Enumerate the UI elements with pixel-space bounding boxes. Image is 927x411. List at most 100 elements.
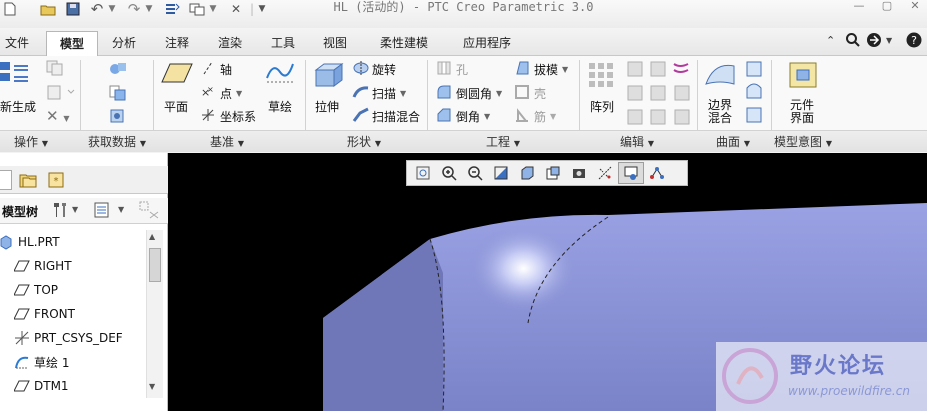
search-icon[interactable] (845, 32, 861, 48)
extrude-button[interactable]: 拉伸 (315, 100, 339, 114)
boundary-blend-button-line2[interactable]: 混合 (708, 111, 732, 125)
tree-item-sketch[interactable]: 草绘 1 (12, 352, 69, 372)
tree-item-top[interactable]: TOP (12, 280, 58, 300)
help-icon[interactable]: ? (906, 32, 922, 48)
windows-icon[interactable] (187, 0, 207, 18)
sketch-icon[interactable] (265, 60, 295, 86)
group-datum[interactable]: 基准 ▼ (210, 134, 244, 150)
refit-icon[interactable] (410, 162, 436, 184)
close-icon[interactable]: ✕ (906, 0, 924, 14)
tree-settings-dropdown-icon[interactable]: ▼ (72, 205, 78, 214)
new-file-icon[interactable] (2, 0, 18, 18)
paste-icon[interactable] (46, 84, 76, 100)
component-interface-icon[interactable] (787, 60, 819, 90)
sweep-dropdown-icon[interactable]: ▼ (400, 89, 406, 98)
plane-button[interactable]: 平面 (164, 100, 188, 114)
swept-blend-button[interactable]: 扫描混合 (352, 107, 420, 126)
rib-button[interactable]: 筋 ▼ (514, 107, 556, 126)
sketch-button[interactable]: 草绘 (268, 100, 292, 114)
view-manager-icon[interactable] (566, 162, 592, 184)
group-operations[interactable]: 操作 ▼ (14, 134, 48, 150)
chamfer-dropdown-icon[interactable]: ▼ (484, 112, 490, 121)
component-interface-button-line1[interactable]: 元件 (790, 98, 814, 112)
rib-dropdown-icon[interactable]: ▼ (550, 112, 556, 121)
sweep-button[interactable]: 扫描 ▼ (352, 84, 406, 103)
tab-applications[interactable]: 应用程序 (451, 33, 523, 53)
surface-tools-icons[interactable] (744, 60, 764, 126)
maximize-icon[interactable]: ▢ (878, 0, 896, 14)
draft-button[interactable]: 拔模 ▼ (514, 60, 568, 79)
redo-icon[interactable]: ↷ (125, 0, 143, 18)
hole-button[interactable]: 孔 (436, 60, 468, 79)
show-icon[interactable] (92, 200, 114, 220)
regenerate-icon[interactable] (0, 60, 32, 94)
tree-item-csys[interactable]: PRT_CSYS_DEF (12, 328, 123, 348)
group-editing[interactable]: 编辑 ▼ (620, 134, 654, 150)
scroll-up-icon[interactable]: ▲ (149, 232, 155, 241)
tree-item-right[interactable]: RIGHT (12, 256, 72, 276)
repaint-icon[interactable] (488, 162, 514, 184)
group-surfaces[interactable]: 曲面 ▼ (716, 134, 750, 150)
undo-icon[interactable]: ↶ (88, 0, 106, 18)
revolve-button[interactable]: 旋转 (352, 60, 396, 79)
extrude-icon[interactable] (312, 60, 346, 90)
spin-center-icon[interactable] (644, 162, 670, 184)
windows-dropdown-icon[interactable]: ▼ (207, 0, 219, 18)
delete-icon[interactable]: ✕ ▼ (46, 107, 76, 125)
redo-dropdown-icon[interactable]: ▼ (143, 0, 155, 18)
component-interface-button-line2[interactable]: 界面 (790, 111, 814, 125)
tab-analysis[interactable]: 分析 (103, 33, 145, 53)
show-dropdown-icon[interactable]: ▼ (118, 205, 124, 214)
model-tree-tab[interactable] (0, 170, 12, 190)
edit-tools-icons[interactable] (626, 60, 692, 128)
ptc-community-icon[interactable] (866, 32, 884, 48)
round-dropdown-icon[interactable]: ▼ (496, 89, 502, 98)
point-dropdown-icon[interactable]: ▼ (236, 89, 242, 98)
display-style-icon[interactable] (514, 162, 540, 184)
tree-item-front[interactable]: FRONT (12, 304, 75, 324)
saved-orientations-icon[interactable] (540, 162, 566, 184)
shrinkwrap-icon[interactable] (108, 107, 128, 125)
group-engineering[interactable]: 工程 ▼ (486, 134, 520, 150)
axis-button[interactable]: 轴 (200, 60, 232, 79)
shell-button[interactable]: 壳 (514, 84, 546, 103)
plane-icon[interactable] (160, 62, 194, 84)
scroll-thumb[interactable] (149, 248, 161, 282)
minimize-icon[interactable]: — (850, 0, 868, 14)
undo-dropdown-icon[interactable]: ▼ (106, 0, 118, 18)
regenerate-button[interactable]: 新生成 (0, 100, 36, 114)
folder-browser-tab[interactable] (16, 168, 40, 192)
model-tree-scrollbar[interactable]: ▲ ▼ (146, 230, 163, 398)
tab-tools[interactable]: 工具 (262, 33, 304, 53)
boundary-blend-icon[interactable] (704, 60, 736, 90)
chamfer-button[interactable]: 倒角 ▼ (436, 107, 490, 126)
tab-flexible-modeling[interactable]: 柔性建模 (368, 33, 440, 53)
csys-button[interactable]: 坐标系 (200, 107, 256, 126)
regenerate-quick-icon[interactable] (162, 0, 182, 18)
save-icon[interactable] (64, 0, 82, 18)
tree-item-dtm1[interactable]: DTM1 (12, 376, 69, 396)
draft-dropdown-icon[interactable]: ▼ (562, 65, 568, 74)
copy-icon[interactable] (46, 60, 66, 76)
tab-model[interactable]: 模型 (46, 31, 98, 57)
boundary-blend-button-line1[interactable]: 边界 (708, 98, 732, 112)
collapse-ribbon-icon[interactable]: ⌃ (826, 34, 840, 50)
zoom-in-icon[interactable] (436, 162, 462, 184)
filter-icon[interactable] (138, 200, 162, 220)
annotation-display-icon[interactable] (618, 162, 644, 184)
favorites-tab[interactable]: * (44, 168, 68, 192)
tab-file[interactable]: 文件 (0, 33, 40, 53)
pattern-icon[interactable] (586, 60, 616, 90)
tree-settings-icon[interactable] (50, 200, 70, 220)
group-shapes[interactable]: 形状 ▼ (347, 134, 381, 150)
datum-display-icon[interactable] (592, 162, 618, 184)
pattern-button[interactable]: 阵列 (590, 100, 614, 114)
close-window-icon[interactable]: ✕ (228, 0, 244, 18)
user-defined-feature-icon[interactable] (108, 60, 128, 78)
round-button[interactable]: 倒圆角 ▼ (436, 84, 502, 103)
point-button[interactable]: × × 点 ▼ (200, 84, 242, 103)
tab-annotate[interactable]: 注释 (156, 33, 198, 53)
tab-view[interactable]: 视图 (314, 33, 356, 53)
copy-geometry-icon[interactable] (108, 84, 128, 102)
tab-render[interactable]: 渲染 (209, 33, 251, 53)
